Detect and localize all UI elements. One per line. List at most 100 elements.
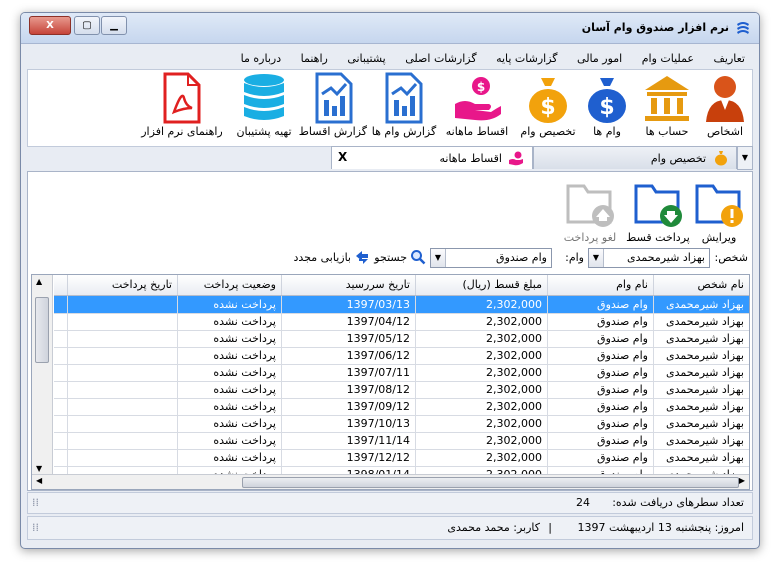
tab-close-icon[interactable]: X — [338, 150, 347, 164]
minimize-button[interactable]: ▁ — [101, 16, 127, 35]
status-bar: امروز: پنجشنبه 13 اردیبهشت 1397 | کاربر:… — [27, 516, 753, 540]
horizontal-scroll-thumb[interactable] — [242, 477, 739, 488]
table-row[interactable]: بهزاد شیرمحمدی وام صندوق 2,302,000 1397/06/… — [54, 347, 749, 365]
cell-amount: 2,302,000 — [415, 330, 547, 347]
cell-person: بهزاد شیرمحمدی — [653, 449, 749, 466]
toolbar-installments-button[interactable]: $ اقساط ماهانه — [442, 72, 512, 138]
menu-item-definitions[interactable]: تعاریف — [706, 49, 753, 65]
scroll-down-icon[interactable]: ▼ — [36, 464, 42, 473]
reset-button[interactable]: بازیابی مجدد — [276, 249, 370, 267]
pay-installment-button[interactable]: پرداخت قسط — [626, 180, 690, 244]
menu-item-main-reports[interactable]: گزارشات اصلی — [397, 49, 484, 65]
resize-grip-icon[interactable]: ⁞⁞ — [32, 521, 39, 534]
cell-loan: وام صندوق — [547, 381, 653, 398]
cell-person: بهزاد شیرمحمدی — [653, 381, 749, 398]
cell-status: پرداخت نشده — [177, 415, 281, 432]
cell-loan: وام صندوق — [547, 432, 653, 449]
menu-item-about[interactable]: درباره ما — [233, 49, 289, 65]
column-header-payment-date[interactable]: تاریخ پرداخت — [67, 275, 177, 295]
cell-due-date: 1397/06/12 — [281, 347, 415, 364]
menu-item-backup[interactable]: پشتیبانی — [339, 49, 393, 65]
tab-label: اقساط ماهانه — [439, 152, 502, 165]
cell-payment-date — [67, 330, 177, 347]
svg-text:$: $ — [540, 95, 555, 120]
scroll-left-icon[interactable]: ◀ — [36, 476, 42, 485]
menu-item-base-reports[interactable]: گزارشات پایه — [488, 49, 565, 65]
cell-status: پرداخت نشده — [177, 364, 281, 381]
cell-payment-date — [67, 313, 177, 330]
table-row[interactable]: بهزاد شیرمحمدی وام صندوق 2,302,000 1397/07/… — [54, 364, 749, 382]
toolbar-persons-button[interactable]: اشخاص — [702, 72, 748, 138]
cell-due-date: 1397/04/12 — [281, 313, 415, 330]
toolbar-loan-allocation-button[interactable]: $ تخصیص وام — [517, 72, 579, 138]
cell-payment-date — [67, 296, 177, 313]
window-title: نرم افزار صندوق وام آسان — [581, 21, 729, 34]
cell-payment-date — [67, 364, 177, 381]
column-header-person[interactable]: نام شخص — [653, 275, 749, 295]
toolbar-loans-button[interactable]: $ وام ها — [582, 72, 632, 138]
toolbar-installments-report-button[interactable]: گزارش اقساط — [299, 72, 367, 138]
database-icon — [244, 74, 284, 120]
cell-status: پرداخت نشده — [177, 449, 281, 466]
vertical-scroll-thumb[interactable] — [35, 297, 49, 363]
table-row[interactable]: بهزاد شیرمحمدی وام صندوق 2,302,000 1397/03/… — [54, 296, 749, 314]
column-header-due-date[interactable]: تاریخ سررسید — [281, 275, 415, 295]
menu-item-help[interactable]: راهنما — [293, 49, 336, 65]
cell-payment-date — [67, 449, 177, 466]
column-header-amount[interactable]: مبلغ قسط (ریال) — [415, 275, 547, 295]
table-row[interactable]: بهزاد شیرمحمدی وام صندوق 2,302,000 1397/09/… — [54, 398, 749, 416]
toolbar-backup-button[interactable]: تهیه پشتیبان — [231, 72, 297, 138]
vertical-scrollbar[interactable]: ▲ ▼ — [32, 275, 53, 475]
cell-amount: 2,302,000 — [415, 415, 547, 432]
edit-button[interactable]: ویرایش — [694, 180, 744, 244]
table-row[interactable]: بهزاد شیرمحمدی وام صندوق 2,302,000 1397/04/… — [54, 313, 749, 331]
cell-due-date: 1397/12/12 — [281, 449, 415, 466]
cancel-payment-button[interactable]: لغو پرداخت — [558, 180, 622, 244]
table-row[interactable]: بهزاد شیرمحمدی وام صندوق 2,302,000 1397/05/… — [54, 330, 749, 348]
menu-item-loan-operations[interactable]: عملیات وام — [634, 49, 702, 65]
close-button[interactable]: X — [29, 16, 71, 35]
hand-coin-icon — [508, 150, 524, 169]
cell-loan: وام صندوق — [547, 364, 653, 381]
scroll-right-icon[interactable]: ▶ — [739, 476, 745, 485]
table-row[interactable]: بهزاد شیرمحمدی وام صندوق 2,302,000 1397/08/… — [54, 381, 749, 399]
table-header: نام شخص نام وام مبلغ قسط (ریال) تاریخ سر… — [54, 275, 749, 296]
table-row[interactable]: بهزاد شیرمحمدی وام صندوق 2,302,000 1397/12/… — [54, 449, 749, 467]
rows-count-label: تعداد سطرهای دریافت شده: — [612, 496, 744, 509]
cell-due-date: 1397/11/14 — [281, 432, 415, 449]
close-icon: X — [46, 20, 54, 31]
grip-icon: ⁞⁞ — [32, 496, 39, 509]
toolbar-loans-report-button[interactable]: گزارش وام ها — [371, 72, 437, 138]
cell-person: بهزاد شیرمحمدی — [653, 415, 749, 432]
table-row[interactable]: بهزاد شیرمحمدی وام صندوق 2,302,000 1397/11/… — [54, 432, 749, 450]
tab-loan-allocation[interactable]: تخصیص وام — [533, 146, 737, 169]
cell-payment-date — [67, 432, 177, 449]
cell-person: بهزاد شیرمحمدی — [653, 313, 749, 330]
cell-due-date: 1397/10/13 — [281, 415, 415, 432]
person-label: شخص: — [714, 251, 749, 264]
tab-monthly-installments[interactable]: اقساط ماهانه X — [331, 146, 533, 169]
column-header-loan[interactable]: نام وام — [547, 275, 653, 295]
cell-amount: 2,302,000 — [415, 347, 547, 364]
maximize-button[interactable]: ▢ — [74, 16, 100, 35]
tabs-dropdown-button[interactable]: ▼ — [737, 146, 753, 170]
cell-status: پرداخت نشده — [177, 330, 281, 347]
cell-payment-date — [67, 415, 177, 432]
column-header-status[interactable]: وضعیت پرداخت — [177, 275, 281, 295]
installments-panel: ویرایش پرداخت قسط لغو پرداخت شخص: بهزاد … — [27, 171, 753, 491]
loan-select[interactable]: وام صندوق ▼ — [430, 248, 552, 268]
cell-status: پرداخت نشده — [177, 381, 281, 398]
toolbar-software-guide-button[interactable]: راهنمای نرم افزار — [137, 72, 227, 138]
menu-item-finance[interactable]: امور مالی — [569, 49, 630, 65]
person-select[interactable]: بهزاد شیرمحمدی ▼ — [588, 248, 710, 268]
table-row[interactable]: بهزاد شیرمحمدی وام صندوق 2,302,000 1397/10/… — [54, 415, 749, 433]
cell-person: بهزاد شیرمحمدی — [653, 398, 749, 415]
horizontal-scrollbar[interactable]: ◀ ▶ — [32, 474, 749, 489]
title-bar: نرم افزار صندوق وام آسان ▁ ▢ X — [21, 13, 759, 44]
cell-status: پرداخت نشده — [177, 296, 281, 313]
toolbar-accounts-button[interactable]: حساب ها — [637, 72, 697, 138]
cell-status: پرداخت نشده — [177, 313, 281, 330]
scroll-up-icon[interactable]: ▲ — [36, 277, 42, 286]
rows-count-value: 24 — [576, 496, 590, 509]
tab-label: تخصیص وام — [650, 152, 706, 165]
